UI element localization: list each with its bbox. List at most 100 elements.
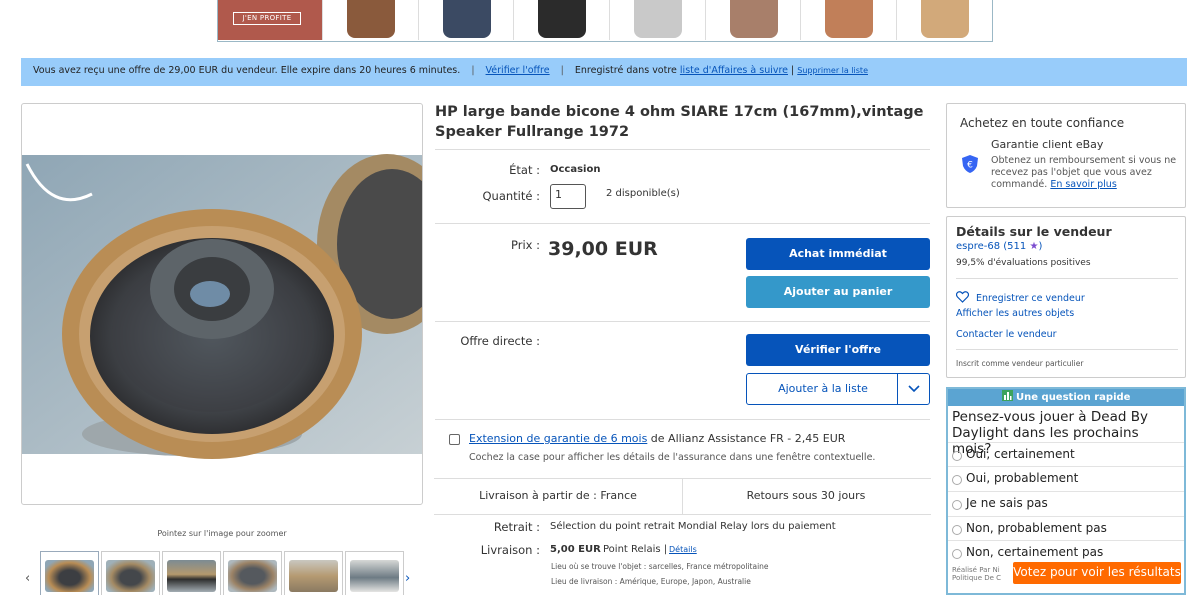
thumbnail-6[interactable] <box>345 551 404 595</box>
divider <box>435 149 930 150</box>
warranty-offer: Extension de garantie de 6 mois de Allia… <box>469 432 845 445</box>
seller-registered: Inscrit comme vendeur particulier <box>956 359 1084 368</box>
seller-panel: Détails sur le vendeur espre-68 (511 ★) … <box>946 216 1186 378</box>
ships-to: Lieu de livraison : Amérique, Europe, Ja… <box>551 577 751 586</box>
promo-cta-button[interactable]: J'EN PROFITE <box>233 12 301 25</box>
promo-product-thumb[interactable] <box>704 0 801 40</box>
warranty-checkbox[interactable] <box>449 434 460 445</box>
shoe-image <box>634 0 683 38</box>
thumbnail-5[interactable] <box>284 551 343 595</box>
seller-identity: espre-68 (511 ★) <box>956 241 1042 252</box>
offer-message: Vous avez reçu une offre de 29,00 EUR du… <box>33 65 461 76</box>
promo-product-thumb[interactable] <box>800 0 897 40</box>
svg-text:€: € <box>967 161 973 171</box>
seller-feedback-end: ) <box>1038 241 1043 252</box>
shield-euro-icon: € <box>961 154 979 174</box>
thumbnail-1[interactable] <box>40 551 99 595</box>
save-seller-row[interactable]: Enregistrer ce vendeur <box>955 291 1085 304</box>
separator: | <box>471 65 475 76</box>
delivery-details-link[interactable]: Détails <box>669 545 697 554</box>
thumbnail-strip: ‹ › <box>25 551 425 595</box>
warranty-link[interactable]: Extension de garantie de 6 mois <box>469 432 647 445</box>
promo-product-thumb[interactable] <box>896 0 992 40</box>
delivery-price: 5,00 EUR <box>550 544 601 555</box>
contact-seller-link[interactable]: Contacter le vendeur <box>956 329 1057 340</box>
quantity-input[interactable]: 1 <box>550 184 586 209</box>
option-label: Oui, probablement <box>966 471 1079 485</box>
option-label: Non, certainement pas <box>966 545 1104 559</box>
remove-list-link[interactable]: Supprimer la liste <box>797 66 868 75</box>
promo-product-thumb[interactable] <box>322 0 418 40</box>
verify-offer-link[interactable]: Vérifier l'offre <box>486 65 550 76</box>
radio-button[interactable] <box>952 475 962 485</box>
radio-button[interactable] <box>952 500 962 510</box>
thumbnail-4[interactable] <box>223 551 282 595</box>
pickup-value: Sélection du point retrait Mondial Relay… <box>550 521 836 532</box>
thumbnail-image <box>45 560 94 592</box>
chevron-down-icon[interactable] <box>897 374 929 404</box>
returns-policy: Retours sous 30 jours <box>746 489 866 502</box>
survey-widget: Une question rapide Pensez-vous jouer à … <box>946 387 1186 595</box>
promo-tile[interactable]: J'EN PROFITE <box>218 0 322 40</box>
seller-feedback[interactable]: (511 <box>1003 241 1026 252</box>
warranty-text: de Allianz Assistance FR - 2,45 EUR <box>647 432 846 445</box>
promo-banner[interactable]: J'EN PROFITE <box>217 0 993 42</box>
listing-title: HP large bande bicone 4 ohm SIARE 17cm (… <box>435 104 924 140</box>
add-to-cart-button[interactable]: Ajouter au panier <box>746 276 930 308</box>
promo-product-thumb[interactable] <box>417 0 514 40</box>
trust-panel: Achetez en toute confiance € Garantie cl… <box>946 103 1186 208</box>
vote-button[interactable]: Votez pour voir les résultats <box>1013 562 1181 584</box>
divider <box>435 321 930 322</box>
option-label: Je ne sais pas <box>966 496 1048 510</box>
survey-footer-line[interactable]: Politique De C <box>952 574 1001 582</box>
verify-offer-button[interactable]: Vérifier l'offre <box>746 334 930 366</box>
guarantee-title: Garantie client eBay <box>991 138 1104 151</box>
shipping-summary: Livraison à partir de : France Retours s… <box>434 478 931 515</box>
trust-title: Achetez en toute confiance <box>960 116 1125 130</box>
thumbnail-image <box>350 560 399 592</box>
zoom-hint: Pointez sur l'image pour zoomer <box>157 529 287 538</box>
watchlist-label: Ajouter à la liste <box>778 382 868 395</box>
survey-option[interactable]: Non, probablement pas <box>948 516 1184 540</box>
option-label: Oui, certainement <box>966 447 1075 461</box>
shoe-image <box>729 0 778 38</box>
offer-label: Offre directe : <box>460 334 540 348</box>
speaker-photo[interactable] <box>22 104 457 504</box>
radio-button[interactable] <box>952 525 962 535</box>
divider <box>956 349 1178 350</box>
price-label: Prix : <box>511 238 540 252</box>
save-seller-link[interactable]: Enregistrer ce vendeur <box>976 293 1085 304</box>
add-to-watchlist-button[interactable]: Ajouter à la liste <box>746 373 930 405</box>
shoe-image <box>347 0 395 38</box>
thumbnail-2[interactable] <box>101 551 160 595</box>
available-count: 2 disponible(s) <box>606 188 680 199</box>
promo-product-thumb[interactable] <box>609 0 705 40</box>
survey-option[interactable]: Oui, probablement <box>948 466 1184 490</box>
chevron-right-icon[interactable]: › <box>405 571 410 586</box>
survey-header-label: Une question rapide <box>1016 392 1131 403</box>
main-image-frame[interactable] <box>21 103 457 505</box>
radio-button[interactable] <box>952 549 962 559</box>
seller-name[interactable]: espre-68 <box>956 241 1000 252</box>
saved-list-link[interactable]: liste d'Affaires à suivre <box>680 65 788 76</box>
radio-button[interactable] <box>952 451 962 461</box>
learn-more-link[interactable]: En savoir plus <box>1050 179 1116 190</box>
survey-footer-line: Réalisé Par Ni <box>952 566 1000 574</box>
thumbnail-3[interactable] <box>162 551 221 595</box>
thumbnail-image <box>106 560 155 592</box>
survey-option[interactable]: Oui, certainement <box>948 442 1184 466</box>
separator: | <box>791 65 795 76</box>
buy-now-button[interactable]: Achat immédiat <box>746 238 930 270</box>
survey-option[interactable]: Non, certainement pas <box>948 540 1184 564</box>
other-items-link[interactable]: Afficher les autres objets <box>956 308 1074 319</box>
offer-notification-bar: Vous avez reçu une offre de 29,00 EUR du… <box>21 58 1187 86</box>
guarantee-text: Obtenez un remboursement si vous ne rece… <box>991 155 1177 191</box>
promo-product-thumb[interactable] <box>513 0 610 40</box>
survey-footer: Réalisé Par Ni Politique De C <box>952 566 1001 582</box>
chevron-left-icon[interactable]: ‹ <box>25 571 30 586</box>
divider <box>435 419 930 420</box>
shoe-image <box>538 0 587 38</box>
survey-option[interactable]: Je ne sais pas <box>948 491 1184 515</box>
divider <box>956 278 1178 279</box>
shoe-image <box>442 0 491 38</box>
